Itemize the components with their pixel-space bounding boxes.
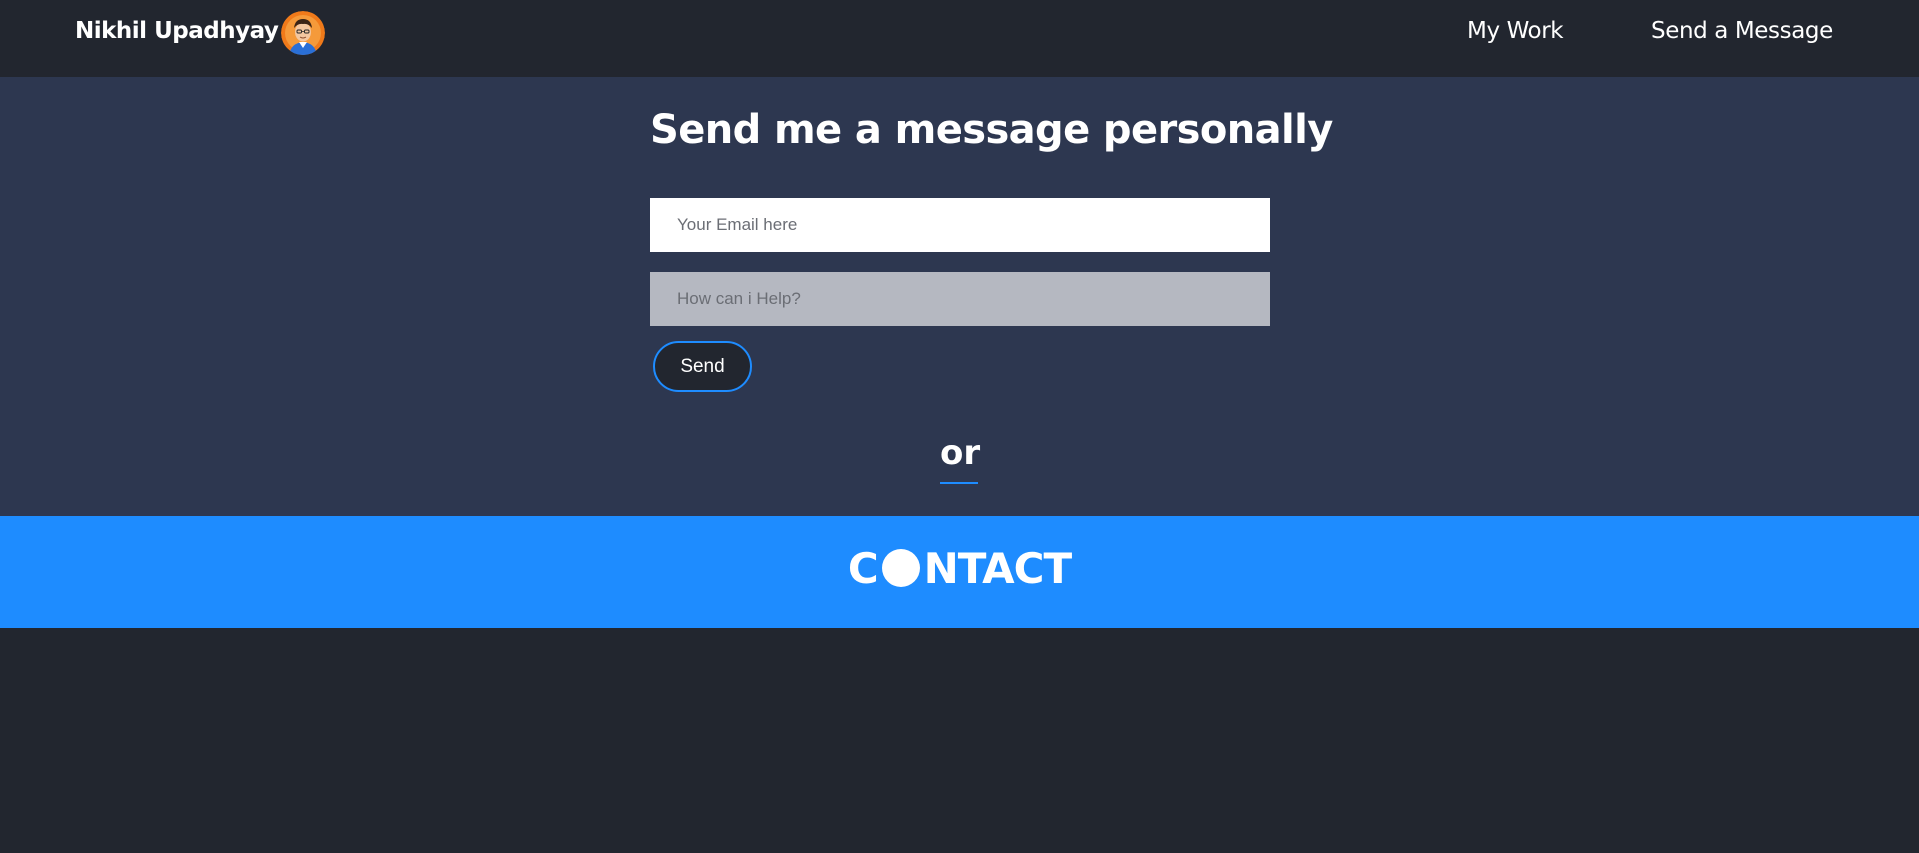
contact-band: C NTACT [0,516,1919,628]
contact-title: C NTACT [0,544,1919,593]
avatar-icon[interactable] [281,11,325,55]
footer [0,628,1919,853]
section-title: Send me a message personally [650,107,1333,153]
or-divider-label: or [940,433,981,473]
or-underline [940,482,978,484]
message-section: Send me a message personally Send or [0,77,1919,516]
navbar: Nikhil Upadhyay My Work Send a Message [0,0,1919,77]
help-message-input[interactable] [650,272,1270,326]
circle-icon [881,549,920,587]
email-input[interactable] [650,198,1270,252]
contact-title-prefix: C [847,544,879,593]
brand-name[interactable]: Nikhil Upadhyay [75,18,279,44]
nav-link-send-message[interactable]: Send a Message [1651,18,1833,44]
contact-title-suffix: NTACT [923,544,1073,593]
nav-link-my-work[interactable]: My Work [1467,18,1564,44]
send-button[interactable]: Send [653,341,752,392]
